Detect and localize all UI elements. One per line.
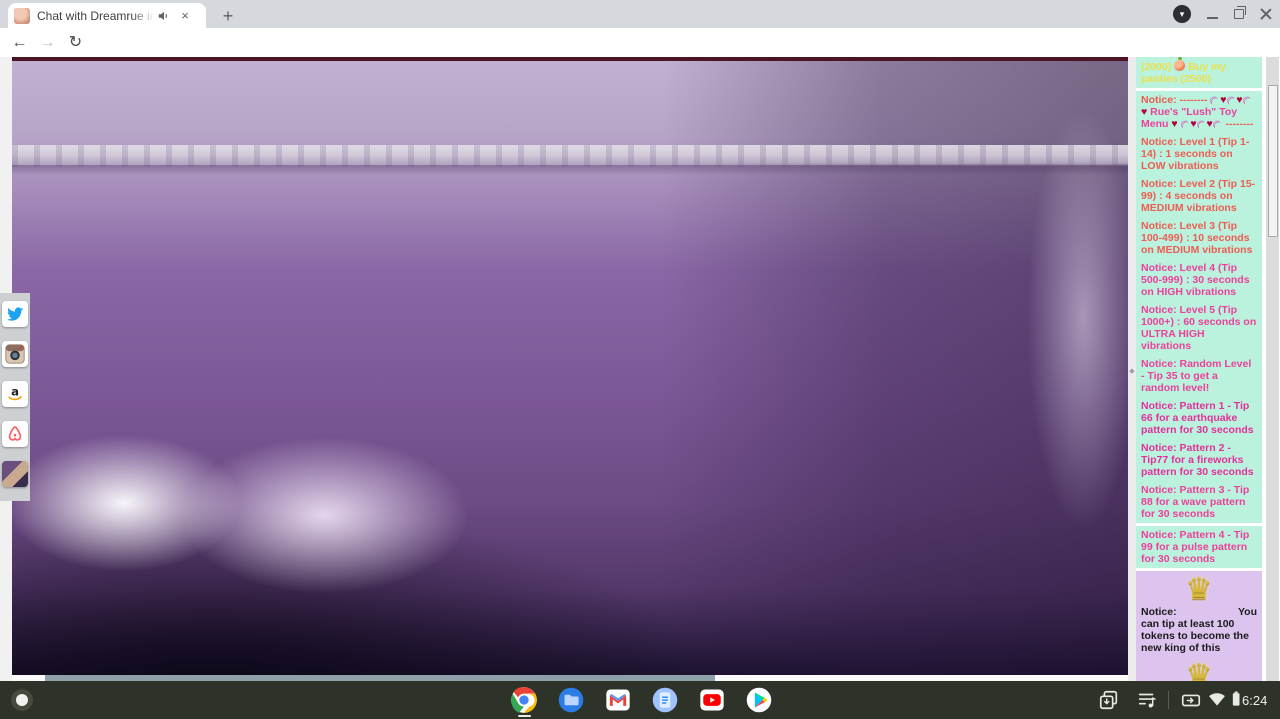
notice-text: Notice: Pattern 2 - Tip77 for a firework…	[1141, 442, 1254, 478]
notice-text: Notice: Random Level - Tip 35 to get a r…	[1141, 358, 1251, 394]
chat-message-level-5: Notice: Level 5 (Tip 1000+) : 60 seconds…	[1136, 301, 1262, 355]
youtube-app-icon[interactable]	[698, 686, 726, 714]
chat-message-lush-menu-header: Notice: -------- Rue's "Lush" Toy Menu -…	[1136, 91, 1262, 133]
chat-message-random-level: Notice: Random Level - Tip 35 to get a r…	[1136, 355, 1262, 397]
docs-app-icon[interactable]	[651, 686, 679, 714]
amazon-link-icon[interactable]: a	[2, 381, 28, 407]
svg-text:a: a	[11, 385, 19, 399]
chat-message-tip-menu-tail: (2000) Buy my panties (2500)	[1136, 57, 1262, 88]
chat-message-level-2: Notice: Level 2 (Tip 15-99) : 4 seconds …	[1136, 175, 1262, 217]
launcher-button[interactable]	[11, 689, 33, 711]
notice-text: Notice: --------	[1141, 94, 1210, 106]
chat-message-pattern-4: Notice: Pattern 4 - Tip 99 for a pulse p…	[1136, 526, 1262, 568]
browser-toolbar: cosplayxcams.com/dreamrue/	[0, 28, 1280, 57]
chat-scrollbar-track[interactable]	[1266, 57, 1279, 681]
airbnb-link-icon[interactable]	[2, 421, 28, 447]
tab-close-button[interactable]: ×	[177, 8, 193, 24]
gmail-app-icon[interactable]	[604, 686, 632, 714]
notice-text: (2000)	[1141, 61, 1174, 73]
notice-text: --------	[1223, 118, 1254, 130]
clock[interactable]: 6:24	[1242, 693, 1276, 708]
notice-text: Notice: Pattern 1 - Tip 66 for a earthqu…	[1141, 400, 1254, 436]
peach-icon	[1174, 60, 1185, 71]
reload-button[interactable]	[65, 32, 86, 53]
wifi-icon[interactable]	[1207, 689, 1229, 711]
twitter-link-icon[interactable]	[2, 301, 28, 327]
close-window-button[interactable]	[1260, 8, 1272, 20]
tab-favicon	[14, 8, 30, 24]
king-notice-text: can tip at least 100 tokens to become th…	[1141, 618, 1257, 654]
notice-text: Notice: Level 3 (Tip 100-499) : 10 secon…	[1141, 220, 1252, 256]
media-controls-icon[interactable]	[1136, 689, 1158, 711]
chat-message-pattern-1: Notice: Pattern 1 - Tip 66 for a earthqu…	[1136, 397, 1262, 439]
chat-message-king-tip: Notice:Youcan tip at least 100 tokens to…	[1136, 571, 1262, 681]
tab-strip: Chat with Dreamrue in a Live × + ▾	[0, 0, 1280, 28]
launcher-icon	[16, 694, 28, 706]
minimize-button[interactable]	[1207, 17, 1218, 19]
browser-tab[interactable]: Chat with Dreamrue in a Live ×	[8, 3, 206, 28]
notice-text: Notice: Level 4 (Tip 500-999) : 30 secon…	[1141, 262, 1250, 298]
chat-notice-panel: (2000) Buy my panties (2500)Notice: ----…	[1136, 57, 1262, 681]
tray-divider	[1168, 691, 1169, 709]
chat-collapse-divider[interactable]	[1128, 57, 1136, 681]
dock-mode-icon[interactable]	[1180, 689, 1202, 711]
restore-window-button[interactable]	[1234, 9, 1244, 19]
notice-text: Notice: Level 5 (Tip 1000+) : 60 seconds…	[1141, 304, 1256, 352]
photo-link-icon[interactable]	[2, 461, 28, 487]
heart-icon	[1171, 118, 1177, 130]
back-button[interactable]	[9, 32, 30, 53]
notice-text: Notice: Level 2 (Tip 15-99) : 4 seconds …	[1141, 178, 1255, 214]
crown-icon	[1141, 660, 1257, 681]
window-controls: ▾	[1173, 0, 1272, 28]
window-switcher-icon[interactable]	[1098, 689, 1120, 711]
live-video-stream[interactable]	[12, 61, 1128, 675]
files-app-icon[interactable]	[557, 686, 585, 714]
chat-scrollbar-thumb[interactable]	[1268, 85, 1278, 237]
notice-text: Notice: Pattern 4 - Tip 99 for a pulse p…	[1141, 529, 1249, 565]
chat-message-level-4: Notice: Level 4 (Tip 500-999) : 30 secon…	[1136, 259, 1262, 301]
chat-message-level-3: Notice: Level 3 (Tip 100-499) : 10 secon…	[1136, 217, 1262, 259]
chromeos-desktop: Chat with Dreamrue in a Live × + ▾ cospl…	[0, 0, 1280, 719]
chat-message-pattern-3: Notice: Pattern 3 - Tip 88 for a wave pa…	[1136, 481, 1262, 523]
notice-text: Notice: Level 1 (Tip 1-14) : 1 seconds o…	[1141, 136, 1249, 172]
divider-handle-icon[interactable]	[1128, 367, 1136, 375]
new-tab-button[interactable]: +	[216, 5, 240, 27]
chat-message-level-1: Notice: Level 1 (Tip 1-14) : 1 seconds o…	[1136, 133, 1262, 175]
web-page: a (2000) Buy my panties (2500)Notice: --…	[0, 57, 1280, 681]
notice-text: Notice: Pattern 3 - Tip 88 for a wave pa…	[1141, 484, 1249, 520]
chromeos-shelf: 6:24	[0, 681, 1280, 719]
crown-icon	[1141, 574, 1257, 606]
tab-audio-icon[interactable]	[157, 9, 171, 23]
video-wall-shadow	[12, 165, 1128, 175]
video-ceiling-molding	[12, 145, 1128, 167]
chrome-app-icon[interactable]	[510, 686, 538, 714]
king-notice-line: Notice:You	[1141, 606, 1257, 618]
chat-message-pattern-2: Notice: Pattern 2 - Tip77 for a firework…	[1136, 439, 1262, 481]
chrome-active-indicator	[518, 715, 531, 717]
instagram-link-icon[interactable]	[2, 341, 28, 367]
forward-button[interactable]	[37, 32, 58, 53]
tab-title: Chat with Dreamrue in a Live	[37, 9, 155, 23]
profile-chevron-icon[interactable]: ▾	[1173, 5, 1191, 23]
play-store-app-icon[interactable]	[745, 686, 773, 714]
